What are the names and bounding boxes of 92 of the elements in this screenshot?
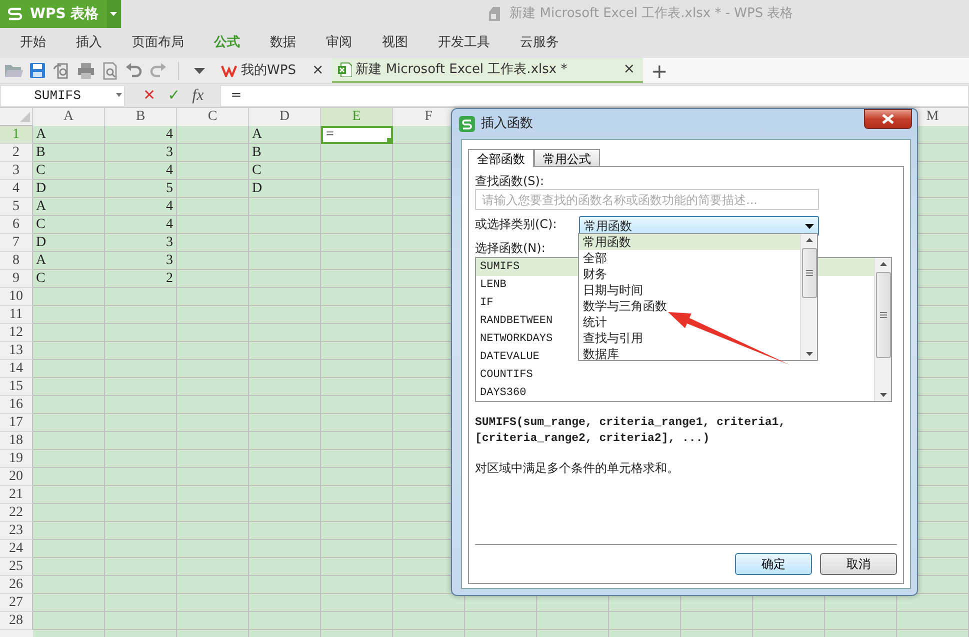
window-title: 新建 Microsoft Excel 工作表.xlsx * - WPS 表格: [510, 5, 794, 24]
search-field[interactable]: 请输入您要查找的函数名称或函数功能的简要描述...: [475, 189, 819, 210]
column-header[interactable]: C: [177, 108, 249, 126]
dropdown-option[interactable]: 日期与时间: [579, 282, 800, 298]
scrollbar[interactable]: [874, 258, 891, 401]
dropdown-option[interactable]: 全部: [579, 250, 800, 266]
row-number[interactable]: 4: [0, 180, 33, 198]
insert-function-button[interactable]: fx: [186, 84, 210, 108]
menu-tab[interactable]: 视图: [367, 28, 423, 58]
dropdown-option[interactable]: 常用函数: [579, 234, 800, 250]
menu-tab[interactable]: 开发工具: [423, 28, 505, 58]
row-number[interactable]: 17: [0, 414, 33, 432]
row-number[interactable]: 25: [0, 558, 33, 576]
function-description: 对区域中满足多个条件的单元格求和。: [475, 460, 680, 477]
caret-icon: [114, 93, 124, 98]
row-number[interactable]: 21: [0, 486, 33, 504]
row-number[interactable]: 27: [0, 594, 33, 612]
dropdown-option[interactable]: 统计: [579, 314, 800, 330]
row-number[interactable]: 3: [0, 162, 33, 180]
dropdown-option[interactable]: 数学与三角函数: [579, 298, 800, 314]
name-box[interactable]: SUMIFS: [0, 84, 125, 106]
function-syntax: SUMIFS(sum_range, criteria_range1, criteria1, [criteria_range2, criteria2], ...): [475, 415, 787, 447]
printer-icon[interactable]: [76, 60, 96, 80]
row-number[interactable]: 28: [0, 612, 33, 630]
row-number[interactable]: 2: [0, 144, 33, 162]
row-number[interactable]: 9: [0, 270, 33, 288]
row-number[interactable]: 23: [0, 522, 33, 540]
column-header[interactable]: A: [33, 108, 105, 126]
menu-tab[interactable]: 云服务: [505, 28, 574, 58]
row-number[interactable]: 22: [0, 504, 33, 522]
row-number[interactable]: 6: [0, 216, 33, 234]
function-item[interactable]: DAYS360: [476, 384, 874, 402]
field-label: 选择函数(N):: [475, 240, 546, 256]
row-number[interactable]: 24: [0, 540, 33, 558]
row-number[interactable]: 5: [0, 198, 33, 216]
row-number[interactable]: 20: [0, 468, 33, 486]
close-button[interactable]: [864, 109, 912, 129]
dropdown-option[interactable]: 查找与引用: [579, 330, 800, 346]
column-header[interactable]: D: [249, 108, 321, 126]
scrollbar[interactable]: [800, 234, 817, 360]
close-icon: [882, 114, 894, 124]
grip-icon: [806, 270, 812, 276]
row-number[interactable]: 12: [0, 324, 33, 342]
row-number[interactable]: 8: [0, 252, 33, 270]
logo-icon: [221, 64, 237, 76]
new-tab-button[interactable]: +: [642, 60, 676, 80]
field-label: 查找函数(S):: [475, 173, 544, 189]
fill-handle[interactable]: [387, 138, 391, 142]
cancel-button[interactable]: ✕: [137, 84, 162, 107]
formula-field[interactable]: =: [220, 84, 969, 106]
caret-icon: [110, 12, 118, 16]
row-number[interactable]: 14: [0, 360, 33, 378]
scroll-thumb[interactable]: [802, 248, 816, 298]
dialog-title: 插入函数: [481, 114, 533, 133]
cancel-button[interactable]: 取消: [820, 553, 897, 575]
document-icon: [488, 7, 502, 21]
row-number[interactable]: 13: [0, 342, 33, 360]
function-item[interactable]: COUNTIFS: [476, 366, 874, 384]
row-number[interactable]: 16: [0, 396, 33, 414]
row-number[interactable]: 10: [0, 288, 33, 306]
row-number[interactable]: 15: [0, 378, 33, 396]
dialog-tab[interactable]: 全部函数: [468, 149, 534, 167]
save-icon[interactable]: [28, 60, 48, 80]
dropdown-option[interactable]: 数据库: [579, 346, 800, 362]
scroll-thumb[interactable]: [876, 272, 890, 358]
ok-button[interactable]: 确定: [735, 553, 812, 575]
field-label: 或选择类别(C):: [475, 216, 558, 232]
row-number[interactable]: 7: [0, 234, 33, 252]
row-number[interactable]: 18: [0, 432, 33, 450]
logo-icon: [8, 7, 22, 21]
grip-icon: [880, 312, 886, 318]
document-tab[interactable]: 我的WPS ×: [215, 58, 332, 83]
dialog-tab[interactable]: 常用公式: [534, 149, 600, 166]
dropdown-option[interactable]: 财务: [579, 266, 800, 282]
row-number[interactable]: 26: [0, 576, 33, 594]
caret-icon: [805, 224, 814, 228]
spreadsheet-icon: [338, 62, 352, 77]
menu-tab[interactable]: 插入: [61, 28, 117, 58]
row-number[interactable]: 11: [0, 306, 33, 324]
document-tab[interactable]: 新建 Microsoft Excel 工作表.xlsx * ×: [332, 58, 643, 83]
row-number[interactable]: 19: [0, 450, 33, 468]
logo-icon: [459, 116, 475, 132]
app-menu-dropdown[interactable]: [106, 0, 121, 28]
active-cell[interactable]: =: [321, 126, 393, 144]
close-tab-button[interactable]: ×: [310, 60, 326, 81]
menu-tab[interactable]: 数据: [255, 28, 311, 58]
menu-tab[interactable]: 审阅: [311, 28, 367, 58]
column-header[interactable]: B: [105, 108, 177, 126]
close-tab-button[interactable]: ×: [621, 59, 637, 80]
menu-tab[interactable]: 开始: [5, 28, 61, 58]
menu-tab[interactable]: 页面布局: [117, 28, 199, 58]
caret-icon[interactable]: [194, 68, 204, 74]
